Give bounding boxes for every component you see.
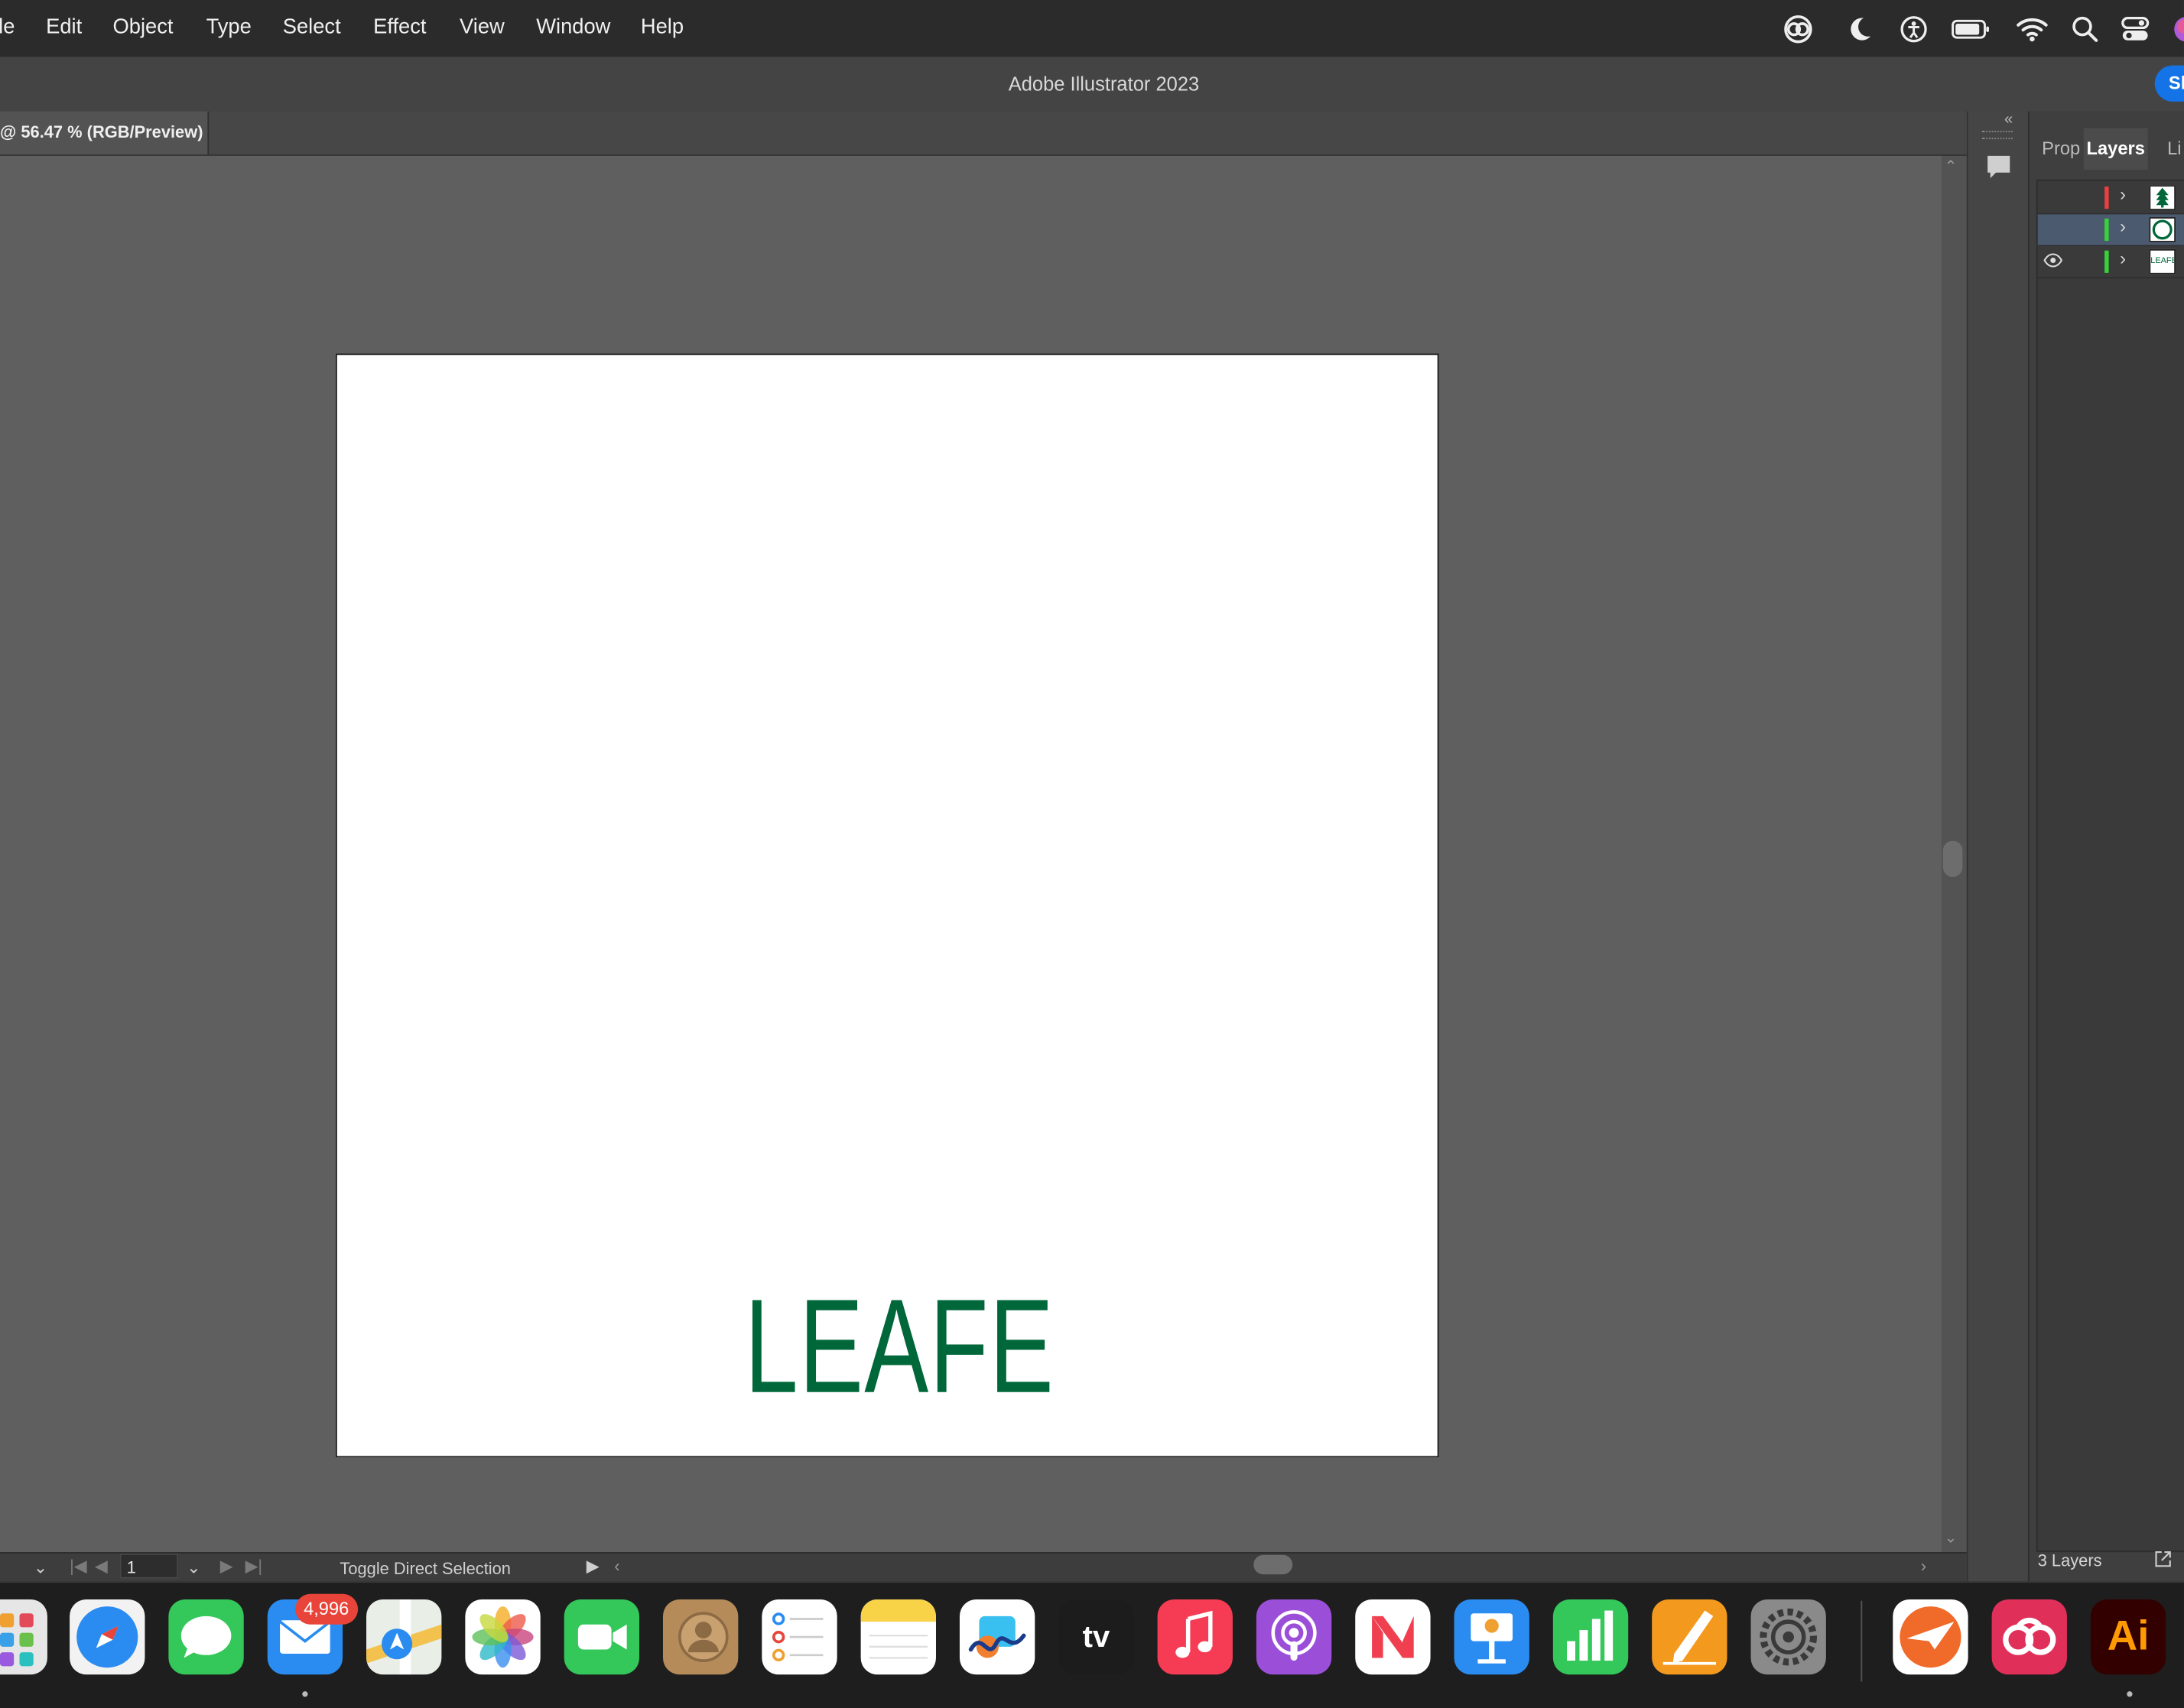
- menu-bar: le Edit Object Type Select Effect View W…: [0, 0, 2184, 57]
- scroll-left-icon[interactable]: ‹: [614, 1557, 619, 1576]
- layers-list: [2036, 179, 2184, 1553]
- layer-color-bar: [2104, 218, 2109, 241]
- focus-moon-icon[interactable]: [1843, 12, 1877, 46]
- contacts-icon[interactable]: [662, 1599, 739, 1675]
- last-artboard-icon[interactable]: ▶|: [245, 1557, 263, 1576]
- export-layers-icon[interactable]: [2153, 1549, 2173, 1568]
- illustrator-icon[interactable]: Ai: [2090, 1599, 2166, 1675]
- scroll-down-icon[interactable]: ⌄: [1945, 1528, 1958, 1547]
- status-bar: ⌄ |◀ ◀ ⌄ ▶ ▶| Toggle Direct Selection ▶ …: [0, 1552, 1967, 1583]
- scroll-up-icon[interactable]: ⌃: [1945, 157, 1958, 176]
- text-thumbnail-label: LEAFE: [2150, 257, 2176, 266]
- notes-icon[interactable]: [860, 1599, 936, 1675]
- tree-thumbnail: [2149, 185, 2176, 210]
- airmail-icon[interactable]: [1893, 1599, 1968, 1675]
- apple-tv-icon[interactable]: tv: [1058, 1599, 1134, 1675]
- layer-row-selected[interactable]: ›: [2037, 214, 2184, 247]
- first-artboard-icon[interactable]: |◀: [70, 1557, 87, 1576]
- tab-libraries[interactable]: Li: [2162, 128, 2184, 170]
- collapsed-panel-strip: «: [1966, 111, 2030, 1582]
- mail-unread-badge: 4,996: [295, 1593, 358, 1625]
- dock-separator: [1861, 1600, 1863, 1682]
- panel-grip[interactable]: [1981, 131, 2013, 140]
- illustrator-running-indicator: [2127, 1691, 2133, 1697]
- news-icon[interactable]: [1355, 1599, 1431, 1675]
- menu-view[interactable]: View: [460, 15, 505, 39]
- creative-cloud-status-icon[interactable]: [1782, 12, 1815, 46]
- illustrator-label: Ai: [2107, 1613, 2150, 1660]
- app-title: Adobe Illustrator 2023: [1008, 72, 1200, 95]
- status-text[interactable]: Toggle Direct Selection: [340, 1559, 511, 1578]
- podcasts-icon[interactable]: [1256, 1599, 1332, 1675]
- text-thumbnail: LEAFE: [2149, 248, 2176, 274]
- expand-chevron-icon[interactable]: ›: [2120, 248, 2126, 268]
- menu-object[interactable]: Object: [113, 15, 174, 39]
- facetime-icon[interactable]: [564, 1599, 640, 1675]
- previous-artboard-icon[interactable]: ◀: [95, 1557, 108, 1576]
- zoom-dropdown-chevron-icon[interactable]: ⌄: [34, 1557, 47, 1576]
- siri-icon[interactable]: [2170, 12, 2184, 46]
- menu-help[interactable]: Help: [641, 15, 684, 39]
- horizontal-scroll-thumb[interactable]: [1253, 1554, 1293, 1575]
- expand-chevron-icon[interactable]: ›: [2120, 183, 2126, 204]
- accessibility-icon[interactable]: [1897, 12, 1931, 46]
- maps-icon[interactable]: [366, 1599, 442, 1675]
- tab-layers[interactable]: Layers: [2083, 128, 2148, 170]
- keynote-icon[interactable]: [1454, 1599, 1529, 1675]
- system-settings-icon[interactable]: [1750, 1599, 1826, 1675]
- status-menu-arrow-icon[interactable]: ▶: [587, 1557, 600, 1576]
- music-icon[interactable]: [1157, 1599, 1233, 1675]
- next-artboard-icon[interactable]: ▶: [220, 1557, 233, 1576]
- document-tab-bar: @ 56.47 % (RGB/Preview): [0, 111, 1967, 156]
- pages-icon[interactable]: [1652, 1599, 1727, 1675]
- creative-cloud-icon[interactable]: [1991, 1599, 2067, 1675]
- menu-effect[interactable]: Effect: [373, 15, 426, 39]
- layer-row[interactable]: › LEAFE: [2037, 246, 2184, 279]
- freeform-icon[interactable]: [959, 1599, 1035, 1675]
- menu-window[interactable]: Window: [536, 15, 610, 39]
- layer-row[interactable]: ›: [2037, 183, 2184, 215]
- menu-type[interactable]: Type: [206, 15, 252, 39]
- menu-file[interactable]: le: [0, 15, 15, 39]
- share-button[interactable]: Sh: [2154, 65, 2184, 102]
- control-center-icon[interactable]: [2118, 12, 2152, 46]
- circle-thumbnail: [2149, 217, 2176, 242]
- artboard-text-leafe[interactable]: LEAFE: [503, 1277, 1295, 1417]
- artboard-number-input[interactable]: 1: [119, 1553, 179, 1579]
- messages-icon[interactable]: [168, 1599, 244, 1675]
- spotlight-search-icon[interactable]: [2069, 12, 2102, 46]
- launchpad-icon[interactable]: [0, 1599, 47, 1675]
- document-tab[interactable]: @ 56.47 % (RGB/Preview): [0, 111, 210, 155]
- layer-color-bar: [2104, 186, 2109, 209]
- tab-properties[interactable]: Prop: [2036, 128, 2087, 170]
- safari-icon[interactable]: [70, 1599, 145, 1675]
- vertical-scroll-thumb[interactable]: [1942, 840, 1963, 878]
- photos-icon[interactable]: [465, 1599, 541, 1675]
- expand-chevron-icon[interactable]: ›: [2120, 216, 2126, 236]
- mail-running-indicator: [302, 1691, 308, 1697]
- scroll-right-icon[interactable]: ›: [1921, 1557, 1926, 1576]
- reminders-icon[interactable]: [762, 1599, 837, 1675]
- layers-count: 3 Layers: [2037, 1551, 2102, 1570]
- numbers-icon[interactable]: [1552, 1599, 1629, 1675]
- apple-tv-label: tv: [1082, 1619, 1110, 1654]
- document-tab-label: @ 56.47 % (RGB/Preview): [0, 122, 203, 142]
- artboard[interactable]: LEAFE: [335, 353, 1439, 1458]
- layer-color-bar: [2104, 250, 2109, 273]
- visibility-eye-icon[interactable]: [2043, 251, 2063, 270]
- screen: le Edit Object Type Select Effect View W…: [0, 0, 2184, 1708]
- wifi-icon[interactable]: [2016, 12, 2049, 46]
- battery-icon[interactable]: [1950, 12, 1992, 46]
- menu-edit[interactable]: Edit: [46, 15, 82, 39]
- artboard-dropdown-chevron-icon[interactable]: ⌄: [187, 1557, 200, 1576]
- comments-icon[interactable]: [1982, 151, 2016, 184]
- collapse-panels-icon[interactable]: «: [2004, 112, 2013, 128]
- title-bar: Adobe Illustrator 2023: [0, 57, 2184, 113]
- menu-select[interactable]: Select: [283, 15, 341, 39]
- canvas-area[interactable]: LEAFE: [0, 155, 1942, 1553]
